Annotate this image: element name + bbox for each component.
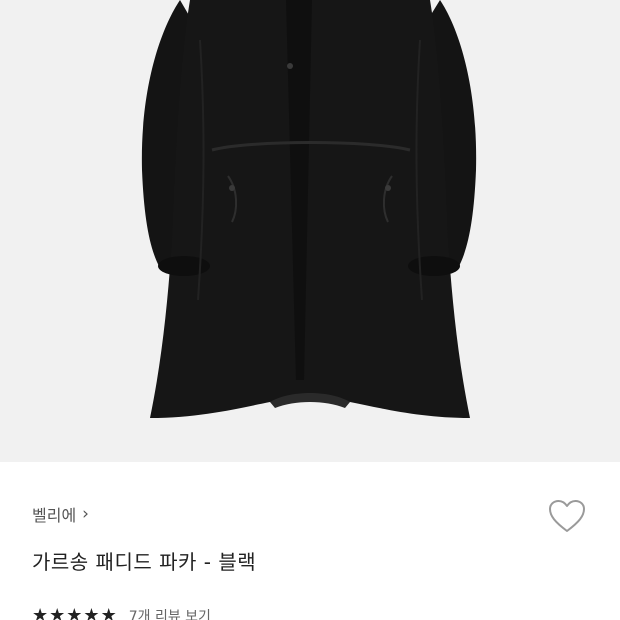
heart-outline-icon xyxy=(549,500,585,532)
chevron-right-icon: › xyxy=(82,503,89,524)
rating-stars: ★ ★ ★ ★ ★ xyxy=(32,607,117,620)
brand-link[interactable]: 벨리에 › xyxy=(32,502,89,526)
coat-illustration xyxy=(141,0,477,418)
product-title: 가르송 패디드 파카 - 블랙 xyxy=(32,550,257,574)
product-image[interactable] xyxy=(0,0,620,462)
star-filled-icon: ★ xyxy=(49,605,66,620)
review-link[interactable]: 7개 리뷰 보기 xyxy=(129,606,211,620)
star-filled-icon: ★ xyxy=(32,605,49,620)
star-filled-icon: ★ xyxy=(83,605,100,620)
wishlist-button[interactable] xyxy=(545,495,589,539)
rating-row: ★ ★ ★ ★ ★ 7개 리뷰 보기 xyxy=(32,606,211,620)
product-info: 벨리에 › 가르송 패디드 파카 - 블랙 ★ ★ ★ ★ ★ 7개 리뷰 보기 xyxy=(0,462,620,620)
star-filled-icon: ★ xyxy=(66,605,83,620)
brand-name: 벨리에 xyxy=(32,506,77,525)
star-filled-icon: ★ xyxy=(100,605,117,620)
product-detail-page: 벨리에 › 가르송 패디드 파카 - 블랙 ★ ★ ★ ★ ★ 7개 리뷰 보기 xyxy=(0,0,620,620)
